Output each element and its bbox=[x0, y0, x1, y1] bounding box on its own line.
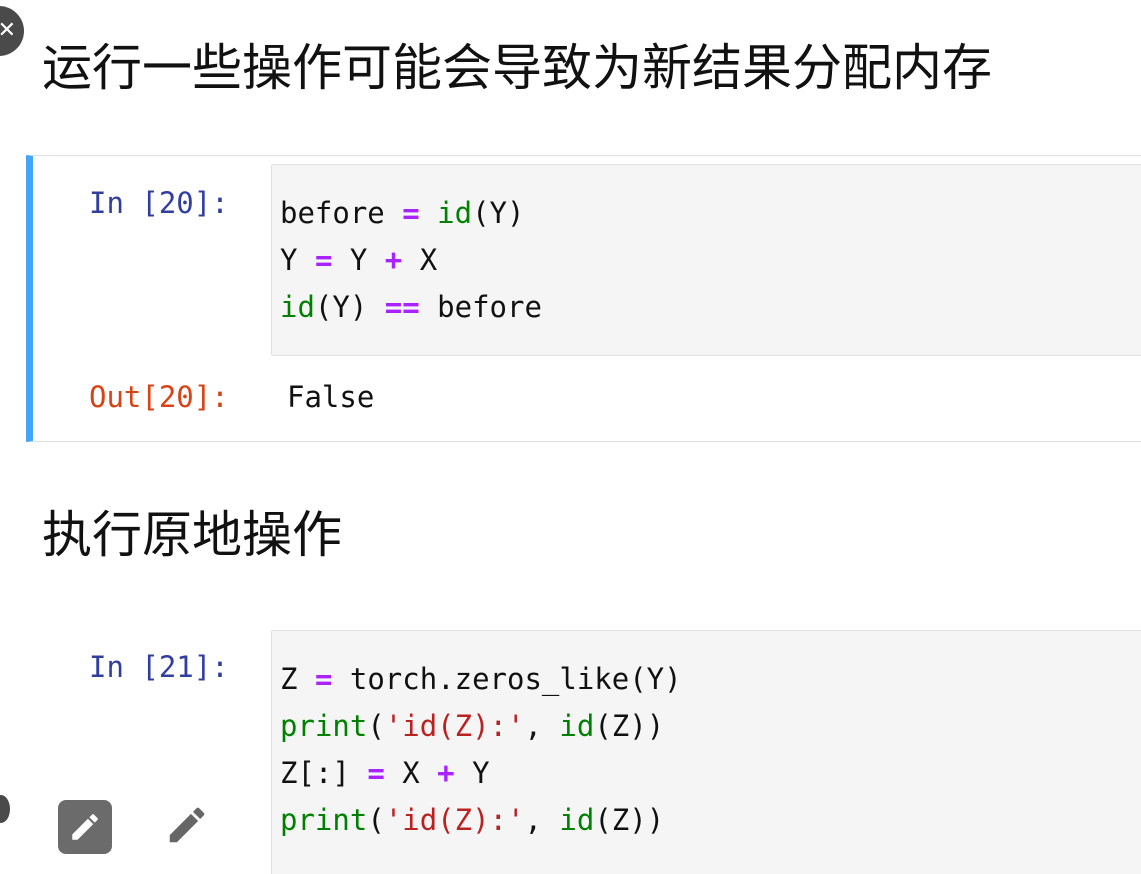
pencil-icon bbox=[169, 807, 205, 843]
code-editor[interactable]: before = id(Y) Y = Y + Xid(Y) == before bbox=[272, 165, 1141, 331]
edit-pencil-icon[interactable] bbox=[160, 798, 214, 852]
code-token-var: before bbox=[419, 290, 542, 324]
code-token-var: before bbox=[280, 196, 385, 230]
code-line: before = id(Y) bbox=[280, 190, 1141, 237]
code-token-punc: torch.zeros_like(Y) bbox=[332, 662, 682, 696]
code-token-punc: X bbox=[402, 243, 438, 277]
code-token-punc: , bbox=[524, 709, 560, 743]
code-token-punc bbox=[385, 196, 402, 230]
close-icon[interactable]: ✕ bbox=[0, 6, 24, 56]
code-token-builtin: id bbox=[437, 196, 473, 230]
code-token-op: = bbox=[314, 243, 333, 277]
code-token-op: == bbox=[384, 290, 420, 324]
edge-handle bbox=[0, 795, 10, 823]
code-token-builtin: print bbox=[280, 803, 368, 837]
pencil-icon bbox=[72, 814, 98, 840]
code-token-punc: (Z)) bbox=[594, 709, 665, 743]
code-token-punc: (Z)) bbox=[594, 803, 665, 837]
code-token-punc: ( bbox=[367, 709, 385, 743]
code-token-punc bbox=[420, 196, 437, 230]
code-cell-20[interactable]: In [20]: before = id(Y) Y = Y + Xid(Y) ==… bbox=[26, 155, 1141, 442]
code-line: id(Y) == before bbox=[280, 284, 1141, 331]
code-token-builtin: id bbox=[559, 803, 595, 837]
input-prompt: In [20]: bbox=[89, 186, 229, 220]
code-token-punc bbox=[297, 662, 314, 696]
code-token-punc: (Y) bbox=[314, 290, 385, 324]
code-token-str: 'id(Z):' bbox=[384, 709, 525, 743]
code-token-op: + bbox=[437, 756, 455, 790]
edit-pencil-filled-icon[interactable] bbox=[58, 800, 112, 854]
code-token-punc: X bbox=[384, 756, 438, 790]
code-token-var: Z[:] bbox=[280, 756, 350, 790]
code-line: Y = Y + X bbox=[280, 237, 1141, 284]
code-token-op: + bbox=[384, 243, 403, 277]
code-editor[interactable]: Z = torch.zeros_like(Y) print('id(Z):', i… bbox=[272, 631, 1141, 844]
code-line: print('id(Z):', id(Z)) bbox=[280, 797, 1141, 844]
code-token-punc bbox=[350, 756, 367, 790]
input-prompt: In [21]: bbox=[89, 650, 229, 684]
code-input-area[interactable]: Z = torch.zeros_like(Y) print('id(Z):', i… bbox=[271, 630, 1141, 874]
code-token-punc: ( bbox=[367, 803, 385, 837]
code-token-punc: , bbox=[524, 803, 560, 837]
output-prompt: Out[20]: bbox=[89, 380, 229, 414]
code-token-str: 'id(Z):' bbox=[384, 803, 525, 837]
code-line: Z = torch.zeros_like(Y) bbox=[280, 656, 1141, 703]
code-token-op: = bbox=[367, 756, 385, 790]
code-token-var: Z bbox=[280, 662, 298, 696]
code-token-punc bbox=[297, 243, 314, 277]
code-token-var: Y bbox=[280, 243, 298, 277]
code-input-area[interactable]: before = id(Y) Y = Y + Xid(Y) == before bbox=[271, 164, 1141, 356]
code-line: Z[:] = X + Y bbox=[280, 750, 1141, 797]
code-token-punc: Y bbox=[332, 243, 385, 277]
code-token-op: = bbox=[402, 196, 420, 230]
markdown-heading-memory: 运行一些操作可能会导致为新结果分配内存 bbox=[42, 39, 992, 97]
code-token-builtin: id bbox=[559, 709, 595, 743]
code-line: print('id(Z):', id(Z)) bbox=[280, 703, 1141, 750]
markdown-heading-inplace: 执行原地操作 bbox=[42, 506, 342, 564]
code-token-punc: (Y) bbox=[472, 196, 525, 230]
code-token-op: = bbox=[314, 662, 333, 696]
code-token-builtin: id bbox=[280, 290, 315, 324]
code-token-punc: Y bbox=[454, 756, 490, 790]
code-token-builtin: print bbox=[280, 709, 368, 743]
output-result: False bbox=[287, 380, 375, 414]
